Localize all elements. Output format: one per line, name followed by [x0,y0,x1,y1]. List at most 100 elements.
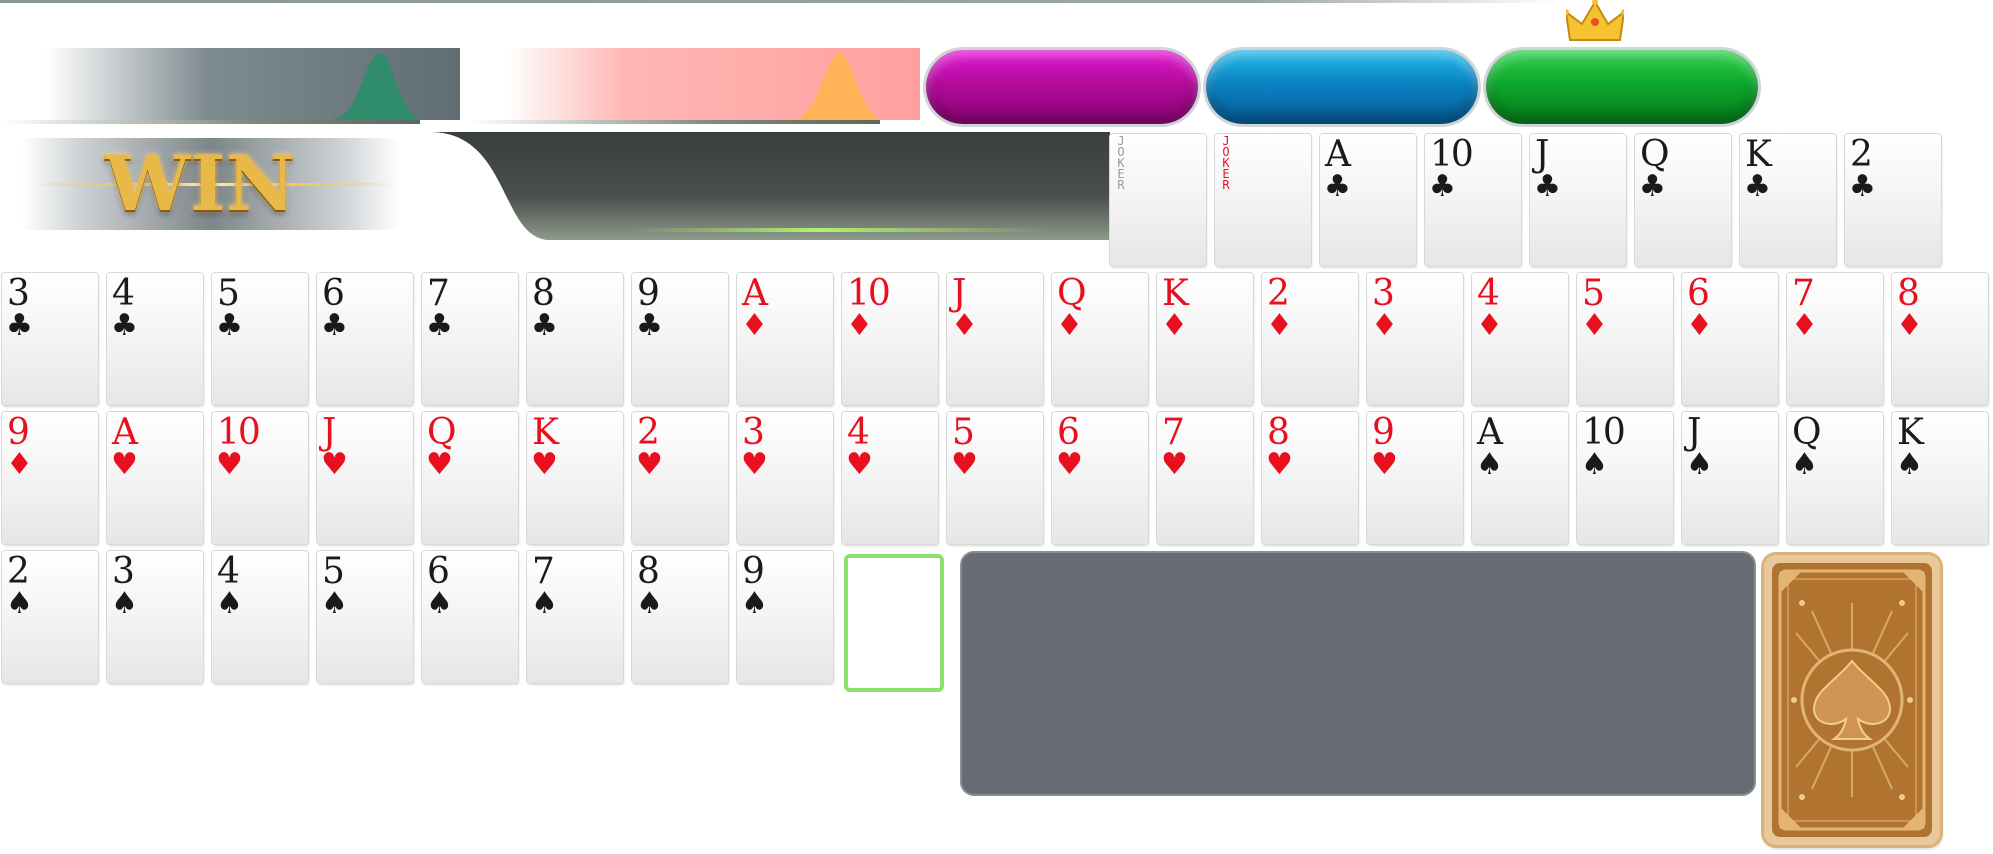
card[interactable]: 9 ♥ [1367,412,1463,544]
card-suit-icon: ♣ [426,308,453,343]
card[interactable]: 10 ♣ [1425,134,1521,266]
card-suit-icon: ♦ [1896,308,1923,343]
card-suit-icon: ♦ [1476,308,1503,343]
card-suit-icon: ♣ [111,308,138,343]
card[interactable]: 8 ♦ [1892,273,1988,405]
card-suit-icon: ♠ [531,586,558,621]
card[interactable]: 3 ♠ [107,551,203,683]
card-suit-icon: ♦ [6,447,33,482]
card[interactable]: 7 ♦ [1787,273,1883,405]
card-suit-icon: ♣ [1324,169,1351,204]
card[interactable]: 9 ♦ [2,412,98,544]
green-peak-icon [330,53,420,120]
card[interactable]: 5 ♣ [212,273,308,405]
cyan-button[interactable] [1206,50,1478,124]
card-suit-icon: ♠ [1896,447,1923,482]
card[interactable]: K ♣ [1740,134,1836,266]
card-suit-icon: ♣ [1849,169,1876,204]
card[interactable]: 5 ♥ [947,412,1043,544]
card[interactable]: 2 ♠ [2,551,98,683]
card-suit-icon: ♠ [321,586,348,621]
card[interactable]: Q ♣ [1635,134,1731,266]
card-suit-icon: ♦ [846,308,873,343]
card[interactable]: 5 ♦ [1577,273,1673,405]
card[interactable]: J ♣ [1530,134,1626,266]
card[interactable]: J ♥ [317,412,413,544]
card[interactable]: 8 ♠ [632,551,728,683]
card[interactable]: 6 ♣ [317,273,413,405]
card[interactable]: 2 ♥ [632,412,728,544]
card-suit-icon: ♣ [636,308,663,343]
card[interactable]: A ♥ [107,412,203,544]
card[interactable]: 2 ♣ [1845,134,1941,266]
card-suit-icon: ♥ [321,447,348,482]
card-suit-icon: ♠ [216,586,243,621]
card-suit-icon: ♣ [1639,169,1666,204]
card[interactable]: 3 ♦ [1367,273,1463,405]
card[interactable]: K ♠ [1892,412,1988,544]
card-suit-icon: ♣ [216,308,243,343]
card[interactable]: 7 ♥ [1157,412,1253,544]
card[interactable]: 6 ♥ [1052,412,1148,544]
card[interactable]: 4 ♣ [107,273,203,405]
card-suit-icon: ♥ [1371,447,1398,482]
card[interactable]: 5 ♠ [317,551,413,683]
card[interactable]: Q ♥ [422,412,518,544]
grey-progress-bar [0,48,460,124]
orange-peak-icon [790,53,880,120]
card[interactable]: 10 ♦ [842,273,938,405]
magenta-button[interactable] [926,50,1198,124]
card-suit-icon: ♥ [741,447,768,482]
card-suit-icon: ♥ [951,447,978,482]
card[interactable]: 10 ♥ [212,412,308,544]
card[interactable]: 6 ♦ [1682,273,1778,405]
card-suit-icon: ♦ [1371,308,1398,343]
card[interactable]: JOKER [1110,134,1206,266]
card[interactable]: 4 ♥ [842,412,938,544]
card-suit-icon: ♥ [426,447,453,482]
card[interactable]: 8 ♥ [1262,412,1358,544]
deck[interactable] [1764,555,1940,845]
card-suit-icon: ♥ [1161,447,1188,482]
card-suit-icon: ♣ [6,308,33,343]
card[interactable]: 9 ♠ [737,551,833,683]
card[interactable]: Q ♠ [1787,412,1883,544]
top-divider [0,0,1560,3]
card[interactable]: 7 ♠ [527,551,623,683]
card[interactable]: 6 ♠ [422,551,518,683]
card[interactable]: Q ♦ [1052,273,1148,405]
card[interactable]: A ♦ [737,273,833,405]
green-button[interactable] [1486,50,1758,124]
card[interactable]: JOKER [1215,134,1311,266]
card-suit-icon: ♣ [1744,169,1771,204]
card[interactable]: 4 ♠ [212,551,308,683]
card-suit-icon: ♦ [1266,308,1293,343]
card-suit-icon: ♦ [1161,308,1188,343]
card[interactable]: 7 ♣ [422,273,518,405]
card-suit-icon: ♦ [1686,308,1713,343]
card-suit-icon: ♣ [1534,169,1561,204]
card[interactable]: A ♠ [1472,412,1568,544]
card[interactable]: J ♦ [947,273,1043,405]
card[interactable]: 3 ♣ [2,273,98,405]
card[interactable]: 4 ♦ [1472,273,1568,405]
card-suit-icon: ♠ [1791,447,1818,482]
card-suit-icon: ♠ [6,586,33,621]
table-area [960,551,1756,796]
card-suit-icon: ♠ [111,586,138,621]
card[interactable]: A ♣ [1320,134,1416,266]
card-rank: JOKER [1222,134,1230,192]
card[interactable]: 10 ♠ [1577,412,1673,544]
card[interactable]: J ♠ [1682,412,1778,544]
card-suit-icon: ♥ [1266,447,1293,482]
card-suit-icon: ♦ [1056,308,1083,343]
card[interactable]: 3 ♥ [737,412,833,544]
card[interactable]: K ♥ [527,412,623,544]
card[interactable]: 2 ♦ [1262,273,1358,405]
card-drop-slot[interactable] [844,554,944,692]
card[interactable]: K ♦ [1157,273,1253,405]
card[interactable]: 9 ♣ [632,273,728,405]
card[interactable]: 8 ♣ [527,273,623,405]
card-suit-icon: ♥ [531,447,558,482]
card-suit-icon: ♦ [1581,308,1608,343]
